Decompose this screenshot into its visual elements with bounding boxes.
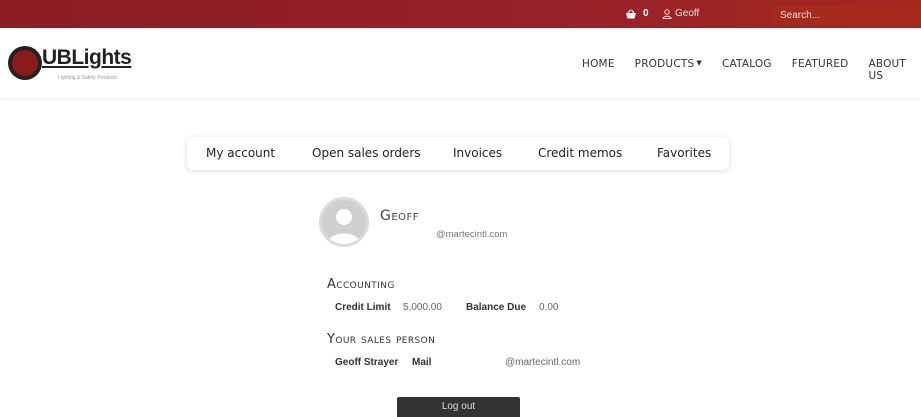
person-icon — [322, 200, 366, 244]
tab-open-sales-orders[interactable]: Open sales orders — [312, 146, 421, 160]
credit-limit: Credit Limit — [335, 302, 391, 313]
account-tabs: My account Open sales orders Invoices Cr… — [187, 137, 729, 170]
sales-person-title: Your sales person — [327, 332, 436, 347]
user-icon — [662, 8, 675, 19]
nav-products-label: PRODUCTS — [634, 58, 695, 70]
balance-due-value-wrap: 0.00 — [539, 302, 558, 313]
sales-person-mail-label: Mail — [412, 357, 432, 368]
logo-tagline: Lighting & Safety Products — [58, 75, 117, 81]
sales-person-name-wrap: Geoff Strayer — [335, 357, 398, 368]
main-nav: HOME PRODUCTS ▼ CATALOG FEATURED ABOUT US — [582, 58, 921, 82]
balance-due-label: Balance Due — [466, 302, 527, 313]
search-input[interactable] — [772, 5, 921, 26]
tab-favorites[interactable]: Favorites — [657, 146, 711, 160]
nav-about[interactable]: ABOUT US — [868, 58, 921, 82]
search-box — [772, 5, 921, 26]
logo[interactable]: UBLights Lighting & Safety Products — [8, 46, 148, 86]
nav-catalog[interactable]: CATALOG — [722, 58, 772, 82]
basket-icon — [625, 8, 637, 19]
avatar — [319, 197, 369, 247]
credit-limit-value-wrap: 5,000.00 — [403, 302, 442, 313]
cart-link[interactable]: 0 — [625, 8, 649, 19]
logout-button[interactable]: Log out — [397, 397, 520, 417]
accounting-title: Accounting — [327, 277, 395, 292]
profile-name: Geoff — [380, 208, 420, 224]
top-bar: 0 Geoff — [0, 0, 921, 28]
site-header: UBLights Lighting & Safety Products HOME… — [0, 28, 921, 98]
user-link[interactable]: Geoff — [662, 8, 699, 19]
cart-count: 0 — [643, 8, 649, 19]
tab-invoices[interactable]: Invoices — [453, 146, 502, 160]
balance-due-value: 0.00 — [539, 302, 559, 313]
credit-limit-value: 5,000.00 — [403, 302, 442, 313]
sales-person-mail-label-wrap: Mail — [412, 357, 431, 368]
nav-home[interactable]: HOME — [582, 58, 615, 82]
logo-text: UBLights — [42, 46, 132, 69]
nav-featured[interactable]: FEATURED — [792, 58, 849, 82]
profile-email: @martecintl.com — [436, 229, 508, 240]
credit-limit-label: Credit Limit — [335, 302, 391, 313]
sales-person-mail-wrap: @martecintl.com — [505, 357, 580, 368]
nav-products[interactable]: PRODUCTS ▼ — [635, 58, 702, 82]
balance-due: Balance Due — [466, 302, 526, 313]
user-name: Geoff — [675, 8, 700, 19]
tab-credit-memos[interactable]: Credit memos — [538, 146, 622, 160]
caret-down-icon: ▼ — [696, 59, 702, 67]
sales-person-mail[interactable]: @martecintl.com — [505, 357, 580, 368]
tab-my-account[interactable]: My account — [206, 146, 275, 160]
sales-person-name: Geoff Strayer — [335, 357, 399, 368]
logo-mark — [8, 46, 42, 80]
